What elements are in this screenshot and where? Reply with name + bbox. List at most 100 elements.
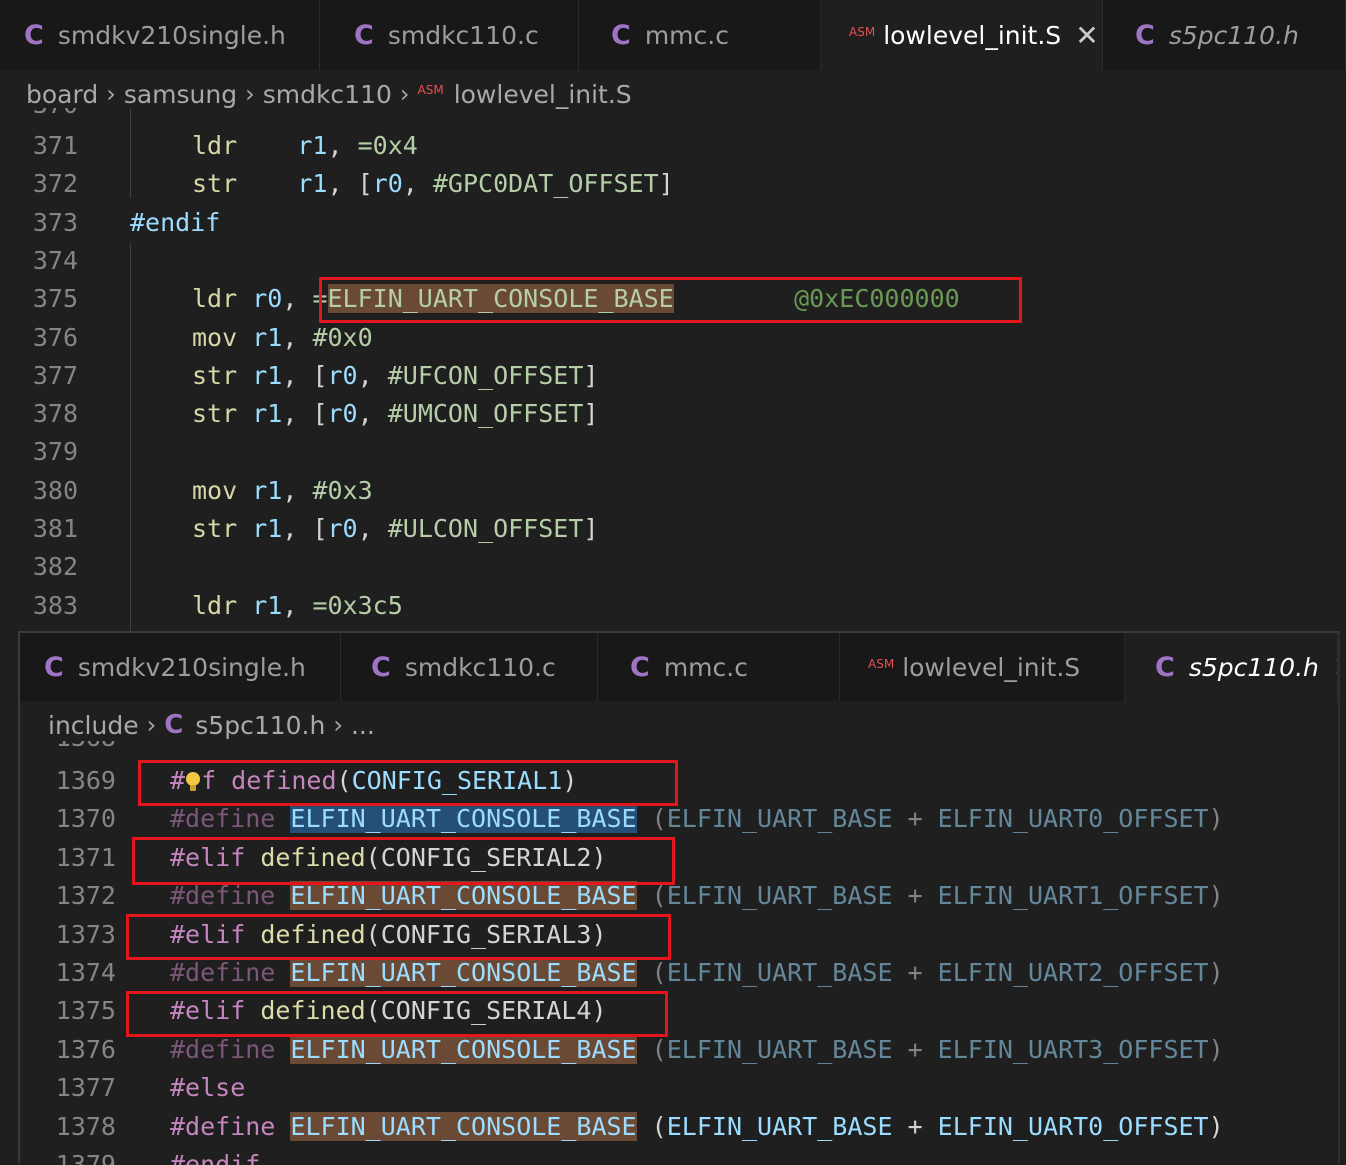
code-token: str: [192, 514, 253, 543]
close-icon[interactable]: ✕: [1333, 651, 1337, 684]
code-token: mov: [192, 322, 253, 352]
top-tab-2[interactable]: Csmdkc110.c: [320, 0, 579, 70]
code-token: ): [1208, 1111, 1224, 1141]
code-token: r1: [297, 169, 328, 199]
code-token: ]: [583, 399, 599, 429]
top-tab-3[interactable]: Cmmc.c: [579, 0, 821, 70]
chevron-right-icon: ›: [245, 80, 255, 108]
line-text: str r1, [r0, #UMCON_OFFSET]: [192, 395, 598, 433]
bottom-code-line[interactable]: 1379 #endif: [20, 1146, 1338, 1165]
top-tab-4[interactable]: ASM lowlevel_init.S ✕: [821, 0, 1103, 70]
code-token: ELFIN_UART_CONSOLE_BASE: [290, 958, 637, 987]
bottom-breadcrumb-segment[interactable]: include: [48, 711, 139, 740]
code-token: r1: [252, 514, 283, 543]
top-tab-bar: Csmdkv210single.h Csmdkc110.c Cmmc.c ASM low…: [0, 0, 1346, 70]
code-token: ELFIN_UART3_OFFSET: [937, 1034, 1209, 1064]
code-token: #define: [170, 881, 291, 911]
top-tab-5[interactable]: Cs5pc110.h: [1103, 0, 1346, 70]
line-text: #endif: [130, 204, 220, 242]
code-token: ,: [282, 284, 313, 314]
bottom-breadcrumb-segment[interactable]: ...: [351, 711, 375, 740]
top-code-line[interactable]: 383 ldr r1, =0x3c5: [0, 587, 1346, 625]
top-tab-1[interactable]: Csmdkv210single.h: [0, 0, 320, 70]
top-code-line[interactable]: 372 str r1, [r0, #GPC0DAT_OFFSET]: [0, 165, 1346, 203]
bottom-code-line[interactable]: 1377 #else: [20, 1069, 1338, 1107]
code-token: ,: [357, 360, 388, 390]
code-token: r1: [252, 399, 283, 429]
bottom-code-line[interactable]: 1378 #define ELFIN_UART_CONSOLE_BASE (ELF…: [20, 1108, 1338, 1146]
chevron-right-icon: ›: [399, 80, 410, 108]
annotation-box: [138, 760, 678, 806]
code-token: ]: [583, 514, 599, 543]
c-file-icon: C: [1155, 651, 1175, 683]
line-number: 373: [32, 207, 78, 237]
bottom-editor-group: Csmdkv210single.h Csmdkc110.c Cmmc.c ASM low…: [18, 631, 1340, 1165]
top-breadcrumb-segment[interactable]: lowlevel_init.S: [454, 80, 632, 109]
c-file-icon: C: [164, 710, 184, 740]
bottom-code-line[interactable]: 1370 #define ELFIN_UART_CONSOLE_BASE (ELF…: [20, 800, 1338, 838]
top-code-line[interactable]: 376 mov r1, #0x0: [0, 319, 1346, 357]
code-token: ELFIN_UART_BASE: [666, 958, 893, 987]
code-token: ,: [282, 322, 313, 352]
c-file-icon: C: [354, 19, 374, 51]
code-token: r0: [252, 284, 283, 314]
bottom-tab-4[interactable]: ASM lowlevel_init.S: [840, 633, 1125, 701]
asm-file-icon: ASM: [417, 83, 444, 97]
top-breadcrumb-segment[interactable]: samsung: [124, 80, 237, 109]
top-code-line[interactable]: 373 #endif: [0, 204, 1346, 242]
line-text: #define ELFIN_UART_CONSOLE_BASE (ELFIN_U…: [170, 800, 1224, 838]
code-token: ,: [282, 360, 313, 390]
line-number: 1372: [55, 881, 116, 911]
bottom-tab-bar: Csmdkv210single.h Csmdkc110.c Cmmc.c ASM low…: [20, 633, 1338, 701]
code-token: #ULCON_OFFSET: [387, 514, 584, 543]
code-token: #define: [170, 958, 291, 987]
bottom-tab-5[interactable]: Cs5pc110.h ✕: [1125, 633, 1338, 701]
top-code-line[interactable]: 382: [0, 548, 1346, 586]
c-file-icon: C: [24, 19, 44, 51]
code-token: r0: [372, 169, 403, 199]
top-code-area[interactable]: 371 ldr r1, =0x4 372 str r1, [r0, #GPC0DAT_…: [0, 108, 1346, 631]
code-token: (: [651, 1111, 667, 1141]
top-breadcrumb-segment[interactable]: board: [26, 80, 98, 109]
code-token: (: [651, 958, 667, 987]
code-token: =0x3c5: [312, 590, 403, 620]
code-token: =0x4: [357, 131, 418, 160]
top-code-line[interactable]: 378 str r1, [r0, #UMCON_OFFSET]: [0, 395, 1346, 433]
top-code-line[interactable]: 379: [0, 433, 1346, 471]
annotation-box: [132, 837, 675, 885]
line-number: 383: [32, 590, 78, 620]
line-text: str r1, [r0, #ULCON_OFFSET]: [192, 510, 598, 548]
code-token: r1: [297, 131, 328, 160]
code-token: #else: [170, 1073, 246, 1103]
code-token: ELFIN_UART_BASE: [666, 1111, 893, 1141]
code-token: [: [312, 514, 328, 543]
line-number: 1373: [55, 919, 116, 949]
c-file-icon: C: [630, 651, 650, 683]
code-token: #0x0: [312, 322, 373, 352]
code-token: ELFIN_UART0_OFFSET: [937, 1111, 1209, 1141]
bottom-breadcrumb-segment[interactable]: s5pc110.h: [195, 711, 325, 740]
close-icon[interactable]: ✕: [1075, 19, 1098, 52]
line-text: ldr r1, =0x4: [192, 127, 418, 165]
bottom-tab-3[interactable]: Cmmc.c: [598, 633, 840, 701]
line-number: 1369: [55, 766, 116, 795]
line-number: 1377: [55, 1073, 116, 1103]
top-code-line[interactable]: 371 ldr r1, =0x4: [0, 127, 1346, 165]
bottom-tab-2[interactable]: Csmdkc110.c: [341, 633, 598, 701]
top-code-line[interactable]: 377 str r1, [r0, #UFCON_OFFSET]: [0, 357, 1346, 395]
top-code-line[interactable]: 374: [0, 242, 1346, 280]
bottom-code-area[interactable]: 1369 # f defined(CONFIG_SERIAL1) 1370 #defin…: [20, 741, 1338, 1165]
asm-file-icon: ASM: [849, 25, 876, 39]
code-token: ]: [658, 169, 674, 199]
top-breadcrumb-segment[interactable]: smdkc110: [263, 80, 392, 109]
bottom-tab-1[interactable]: Csmdkv210single.h: [20, 633, 341, 701]
line-text: mov r1, #0x0: [192, 319, 373, 357]
top-code-line[interactable]: 381 str r1, [r0, #ULCON_OFFSET]: [0, 510, 1346, 548]
code-token: r0: [327, 360, 358, 390]
top-code-line[interactable]: 380 mov r1, #0x3: [0, 472, 1346, 510]
code-token: ): [1208, 1034, 1224, 1064]
annotation-box: [319, 277, 1022, 323]
annotation-box: [126, 914, 671, 960]
